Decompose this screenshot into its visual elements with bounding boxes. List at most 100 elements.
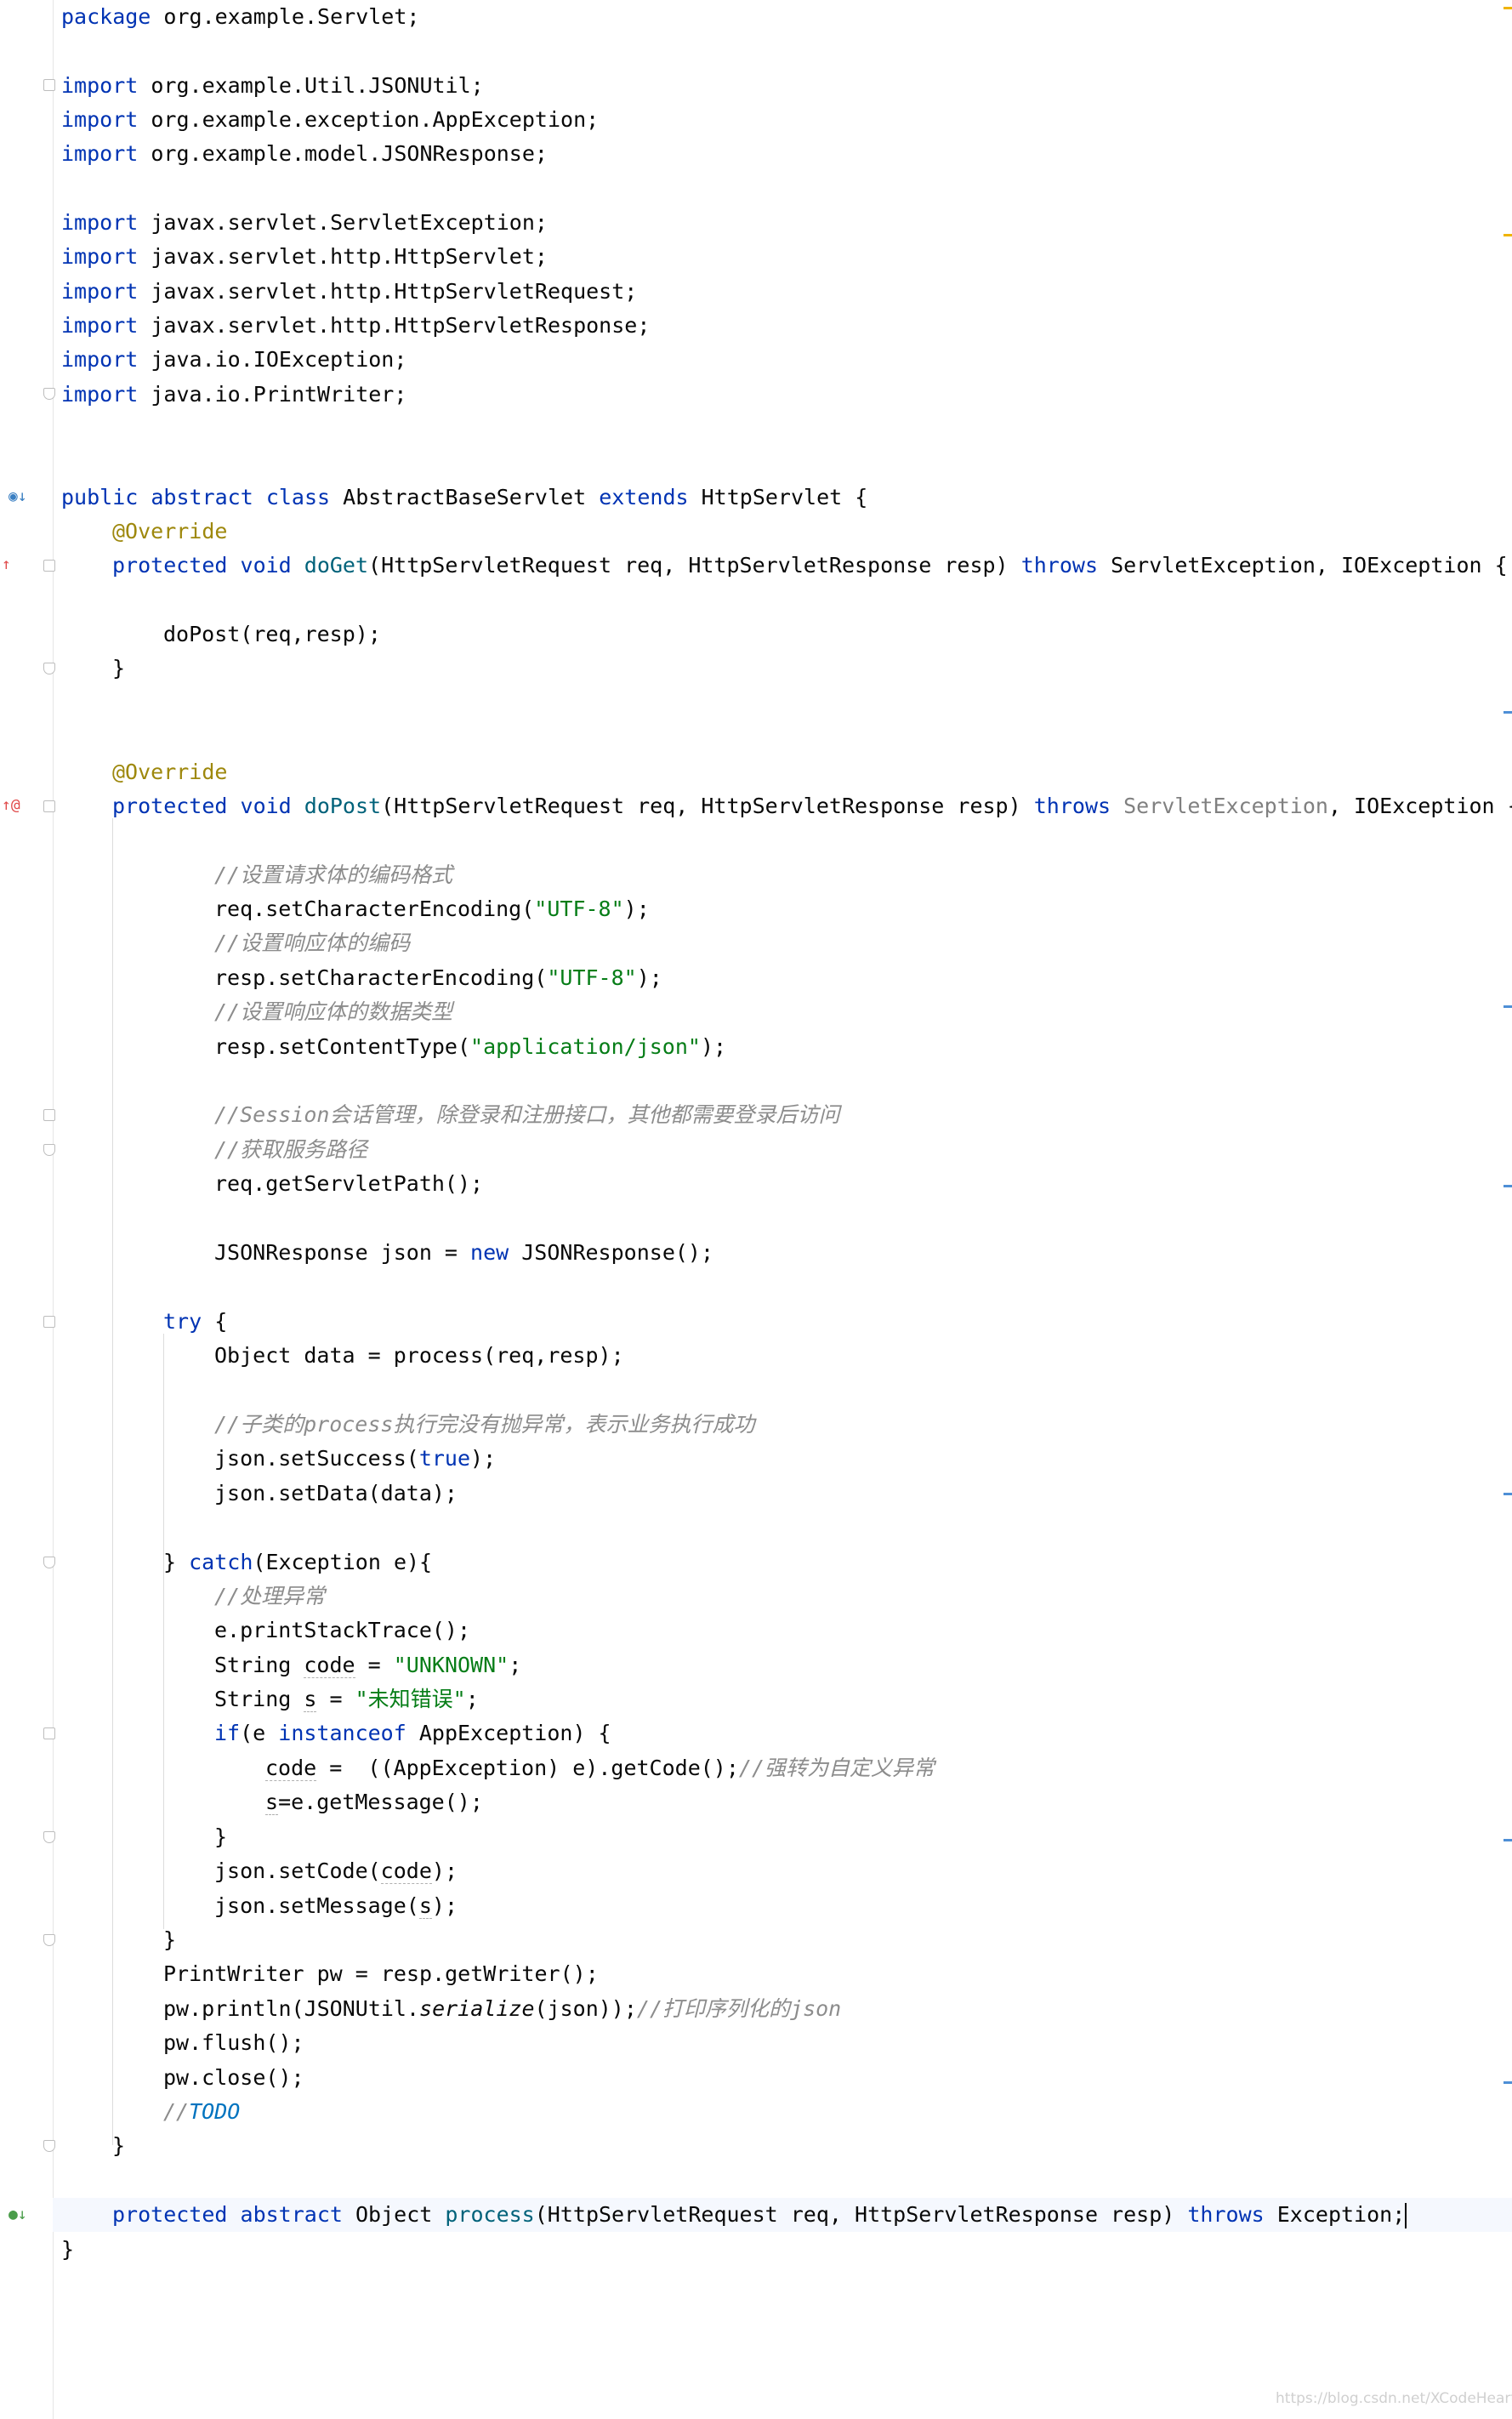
- code-token: process: [445, 2202, 535, 2227]
- code-token: =: [355, 1653, 394, 1677]
- code-token: );: [700, 1034, 727, 1059]
- code-line[interactable]: @Override: [112, 755, 227, 789]
- code-token: import: [61, 244, 139, 269]
- code-line[interactable]: import javax.servlet.http.HttpServletRes…: [61, 309, 650, 343]
- code-token: org.example.model.JSONResponse;: [151, 141, 548, 166]
- code-line[interactable]: //Session会话管理，除登录和注册接口，其他都需要登录后访问: [214, 1098, 839, 1132]
- code-token: javax.servlet.http.HttpServletResponse;: [151, 313, 651, 338]
- code-line[interactable]: pw.println(JSONUtil.serialize(json));//打…: [163, 1992, 841, 2026]
- code-line[interactable]: PrintWriter pw = resp.getWriter();: [163, 1957, 599, 1991]
- scroll-marker[interactable]: [1503, 7, 1512, 9]
- code-token: );: [431, 1858, 458, 1883]
- code-token: import: [61, 210, 139, 235]
- code-token: try: [163, 1309, 202, 1334]
- code-token: code: [304, 1653, 355, 1678]
- code-line[interactable]: //设置请求体的编码格式: [214, 858, 452, 892]
- code-line[interactable]: }: [112, 652, 125, 686]
- code-token: pw.println(JSONUtil.: [163, 1996, 420, 2021]
- code-line[interactable]: import javax.servlet.http.HttpServlet;: [61, 240, 548, 274]
- code-area[interactable]: package org.example.Servlet; import org.e…: [0, 0, 1512, 2419]
- code-line[interactable]: }: [112, 2129, 125, 2163]
- code-line[interactable]: json.setCode(code);: [214, 1854, 458, 1888]
- code-line[interactable]: if(e instanceof AppException) {: [214, 1716, 611, 1750]
- code-token: json.setCode(: [214, 1858, 381, 1883]
- code-line[interactable]: //处理异常: [214, 1579, 325, 1614]
- scroll-marker[interactable]: [1503, 1839, 1512, 1841]
- code-token: );: [431, 1893, 458, 1918]
- code-token: //处理异常: [214, 1584, 326, 1608]
- code-token: pw.flush();: [163, 2030, 304, 2055]
- code-line[interactable]: try {: [163, 1305, 227, 1339]
- code-line[interactable]: protected void doGet(HttpServletRequest …: [112, 549, 1508, 583]
- code-line[interactable]: req.getServletPath();: [214, 1167, 483, 1201]
- code-line[interactable]: json.setData(data);: [214, 1477, 458, 1511]
- code-line[interactable]: protected void doPost(HttpServletRequest…: [112, 789, 1512, 823]
- code-line[interactable]: JSONResponse json = new JSONResponse();: [214, 1236, 713, 1270]
- code-token: resp.setContentType(: [214, 1034, 471, 1059]
- code-line[interactable]: import java.io.PrintWriter;: [61, 378, 406, 412]
- code-token: //子类的process执行完没有抛异常，表示业务执行成功: [214, 1412, 755, 1437]
- code-line[interactable]: }: [163, 1923, 176, 1957]
- code-line[interactable]: protected abstract Object process(HttpSe…: [53, 2198, 1512, 2232]
- code-token: import: [61, 141, 139, 166]
- scroll-marker[interactable]: [1503, 711, 1512, 714]
- code-line[interactable]: resp.setContentType("application/json");: [214, 1030, 726, 1064]
- scroll-marker[interactable]: [1503, 1005, 1512, 1008]
- code-line[interactable]: import javax.servlet.ServletException;: [61, 206, 548, 240]
- code-line[interactable]: Object data = process(req,resp);: [214, 1339, 624, 1373]
- code-token: HttpServlet {: [701, 485, 868, 509]
- code-line[interactable]: import org.example.Util.JSONUtil;: [61, 69, 484, 103]
- code-line[interactable]: import javax.servlet.http.HttpServletReq…: [61, 275, 637, 309]
- code-token: import: [61, 279, 139, 304]
- code-line[interactable]: e.printStackTrace();: [214, 1614, 470, 1648]
- code-token: (Exception e){: [253, 1550, 433, 1574]
- code-line[interactable]: String s = "未知错误";: [214, 1682, 479, 1716]
- code-line[interactable]: //获取服务路径: [214, 1133, 367, 1167]
- code-token: import: [61, 107, 139, 132]
- code-token: req.getServletPath();: [214, 1171, 484, 1196]
- code-token: }: [163, 1927, 177, 1952]
- code-line[interactable]: json.setSuccess(true);: [214, 1442, 496, 1476]
- code-line[interactable]: json.setMessage(s);: [214, 1889, 458, 1923]
- code-line[interactable]: s=e.getMessage();: [265, 1785, 483, 1819]
- scroll-marker[interactable]: [1503, 1493, 1512, 1495]
- code-token: "UNKNOWN": [393, 1653, 509, 1677]
- scroll-marker[interactable]: [1503, 234, 1512, 236]
- code-line[interactable]: doPost(req,resp);: [163, 618, 381, 652]
- code-token: }: [163, 1550, 177, 1574]
- code-line[interactable]: //设置响应体的编码: [214, 926, 410, 960]
- code-line[interactable]: @Override: [112, 515, 227, 549]
- code-line[interactable]: resp.setCharacterEncoding("UTF-8");: [214, 961, 662, 995]
- code-token: java.io.IOException;: [151, 347, 407, 372]
- code-line[interactable]: } catch(Exception e){: [163, 1545, 432, 1579]
- code-token: import: [61, 313, 139, 338]
- code-editor[interactable]: ◉↓ ↑ ↑@ ●↓ package org.example.Servlet; i…: [0, 0, 1512, 2419]
- scroll-marker[interactable]: [1503, 1185, 1512, 1187]
- code-line[interactable]: //设置响应体的数据类型: [214, 995, 452, 1029]
- code-line[interactable]: package org.example.Servlet;: [61, 0, 419, 34]
- code-token: //获取服务路径: [214, 1137, 368, 1162]
- code-line[interactable]: //子类的process执行完没有抛异常，表示业务执行成功: [214, 1408, 754, 1442]
- code-line[interactable]: import java.io.IOException;: [61, 343, 406, 377]
- scroll-marker[interactable]: [1503, 2081, 1512, 2084]
- code-line[interactable]: public abstract class AbstractBaseServle…: [61, 481, 867, 515]
- code-token: json.setMessage(: [214, 1893, 419, 1918]
- code-line[interactable]: }: [214, 1820, 227, 1854]
- code-token: "未知错误": [355, 1687, 466, 1711]
- code-token: true: [418, 1446, 471, 1471]
- code-token: (HttpServletRequest req, HttpServletResp…: [381, 794, 1021, 818]
- code-line[interactable]: pw.close();: [163, 2061, 304, 2095]
- code-line[interactable]: String code = "UNKNOWN";: [214, 1648, 521, 1682]
- code-token: );: [470, 1446, 497, 1471]
- code-token: doGet: [304, 553, 369, 578]
- code-line[interactable]: req.setCharacterEncoding("UTF-8");: [214, 892, 650, 926]
- code-line[interactable]: pw.flush();: [163, 2026, 304, 2060]
- code-line[interactable]: import org.example.model.JSONResponse;: [61, 137, 548, 171]
- code-token: Object: [355, 2202, 433, 2227]
- code-token: java.io.PrintWriter;: [151, 382, 407, 407]
- code-line[interactable]: import org.example.exception.AppExceptio…: [61, 103, 599, 137]
- code-line[interactable]: code = ((AppException) e).getCode();//强转…: [265, 1751, 935, 1785]
- code-token: s: [265, 1790, 279, 1815]
- code-line[interactable]: //TODO: [163, 2095, 240, 2129]
- code-line[interactable]: }: [61, 2233, 74, 2267]
